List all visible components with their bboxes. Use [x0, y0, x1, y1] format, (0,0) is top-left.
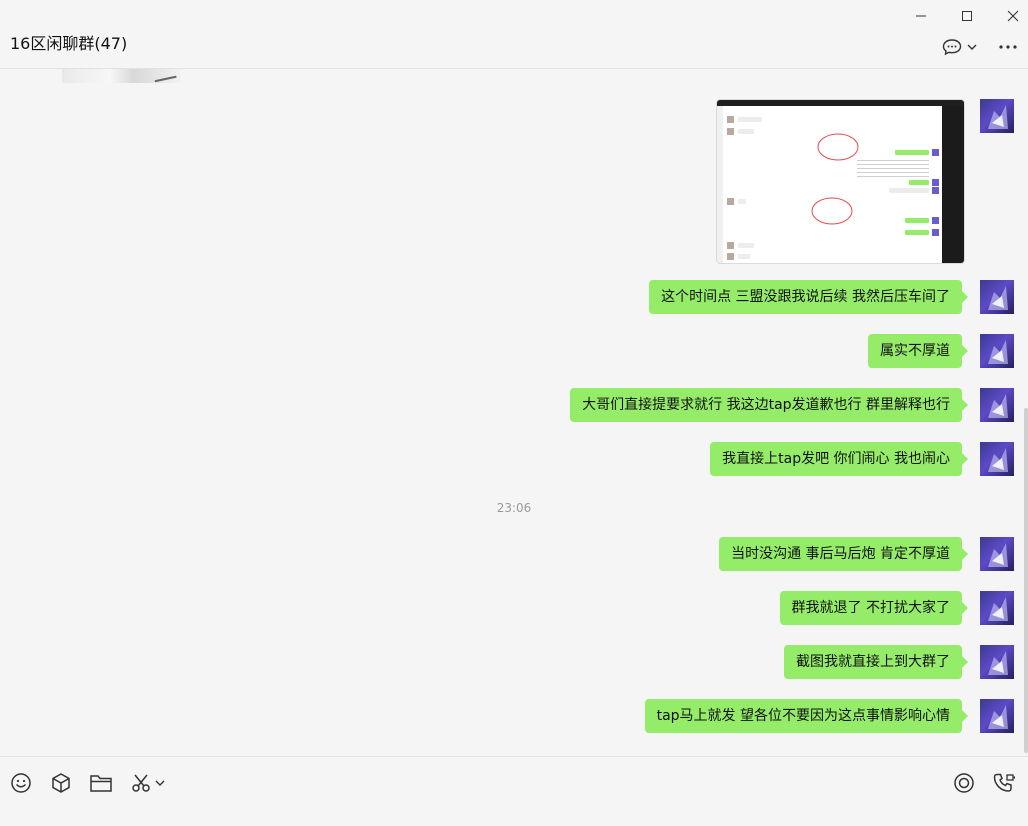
avatar[interactable] — [980, 388, 1014, 422]
send-file-button[interactable] — [89, 771, 113, 795]
avatar[interactable] — [980, 442, 1014, 476]
emoji-button[interactable] — [9, 771, 33, 795]
avatar[interactable] — [980, 645, 1014, 679]
message-bubble[interactable]: 属实不厚道 — [868, 334, 968, 368]
emoji-icon — [11, 773, 31, 793]
screenshot-button[interactable] — [129, 771, 153, 795]
package-icon — [52, 773, 70, 793]
chat-bubble-button[interactable] — [942, 38, 977, 56]
favorites-button[interactable] — [49, 771, 73, 795]
screenshot-image-message[interactable] — [716, 99, 965, 264]
scrollbar[interactable] — [1024, 408, 1028, 753]
avatar[interactable] — [980, 334, 1014, 368]
scissors-icon — [132, 774, 150, 792]
avatar[interactable] — [980, 699, 1014, 733]
avatar[interactable] — [980, 537, 1014, 571]
message-bubble[interactable]: 截图我就直接上到大群了 — [784, 645, 968, 679]
more-icon — [999, 45, 1017, 49]
close-button[interactable] — [1003, 7, 1023, 25]
message-bubble[interactable]: 这个时间点 三盟没跟我说后续 我然后压车间了 — [649, 280, 968, 314]
chat-title: 16区闲聊群(47) — [10, 34, 128, 53]
previous-image-message[interactable] — [62, 69, 181, 83]
voice-video-call-icon — [993, 773, 1015, 792]
more-button[interactable] — [998, 40, 1018, 54]
minimize-icon — [916, 15, 926, 17]
folder-icon — [90, 775, 112, 792]
message-bubble[interactable]: 大哥们直接提要求就行 我这边tap发道歉也行 群里解释也行 — [570, 388, 968, 422]
chevron-down-icon — [155, 780, 165, 786]
maximize-button[interactable] — [957, 7, 977, 25]
chat-bubble-icon — [942, 39, 962, 56]
title-bar: 16区闲聊群(47) — [0, 0, 1028, 69]
screenshot-options-button[interactable] — [153, 771, 167, 795]
maximize-icon — [962, 11, 972, 21]
call-button[interactable] — [992, 771, 1016, 795]
avatar[interactable] — [980, 591, 1014, 625]
message-bubble[interactable]: 当时没沟通 事后马后炮 肯定不厚道 — [719, 537, 968, 571]
message-bubble[interactable]: 群我就退了 不打扰大家了 — [779, 591, 969, 625]
minimize-button[interactable] — [911, 7, 931, 25]
avatar[interactable] — [980, 99, 1014, 133]
input-toolbar — [0, 756, 1028, 826]
chevron-down-icon — [967, 44, 977, 50]
record-icon — [954, 773, 974, 793]
message-bubble[interactable]: tap马上就发 望各位不要因为这点事情影响心情 — [644, 699, 969, 733]
message-bubble[interactable]: 我直接上tap发吧 你们闹心 我也闹心 — [710, 442, 968, 476]
avatar[interactable] — [980, 280, 1014, 314]
message-list[interactable]: 这个时间点 三盟没跟我说后续 我然后压车间了 属实不厚道 大哥们直接提要求就行 … — [0, 69, 1024, 756]
live-button[interactable] — [952, 771, 976, 795]
close-icon — [1007, 10, 1019, 22]
message-timestamp: 23:06 — [496, 501, 532, 515]
